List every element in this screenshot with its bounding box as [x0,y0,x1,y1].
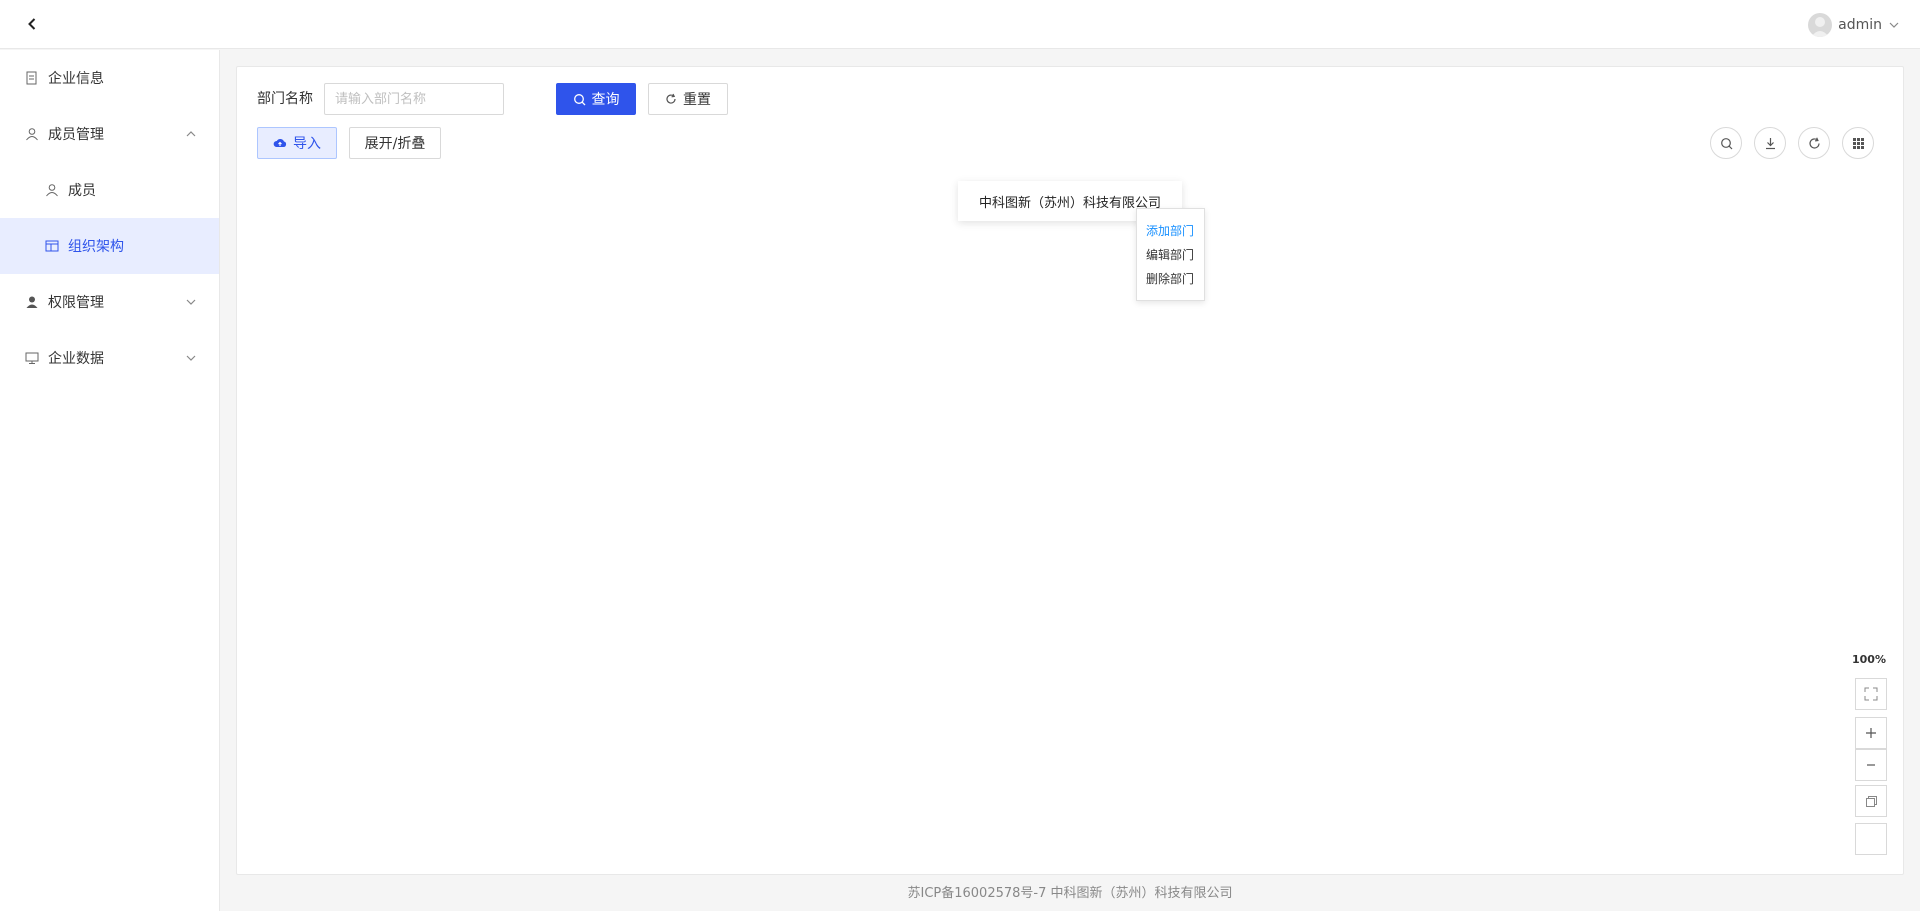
query-button[interactable]: 查询 [556,83,636,115]
user-filled-icon [24,294,40,310]
user-avatar-icon [1811,17,1830,37]
expand-collapse-button[interactable]: 展开/折叠 [349,127,441,159]
monitor-icon [24,350,40,366]
import-button-label: 导入 [293,136,321,152]
query-button-label: 查询 [591,92,620,108]
sidebar-item-member-management[interactable]: 成员管理 [0,106,219,162]
delete-dept-menu-item[interactable]: 删除部门 [1137,267,1204,291]
back-button[interactable] [20,12,44,36]
sidebar-item-label: 企业数据 [48,351,104,367]
fullscreen-button[interactable] [1855,678,1887,710]
reset-button-label: 重置 [683,92,711,108]
sidebar: 企业信息 成员管理 成员 组织架构 权限管理 企业数据 [0,50,220,911]
add-dept-menu-item[interactable]: 添加部门 [1137,219,1204,243]
download-tool-button[interactable] [1754,127,1786,159]
document-icon [24,70,40,86]
sidebar-item-permissions[interactable]: 权限管理 [0,274,219,330]
sidebar-item-label: 成员 [68,183,96,199]
cloud-upload-icon [273,138,287,147]
zoom-level: 100% [1852,653,1886,666]
download-icon [1765,137,1775,149]
plus-icon [1866,728,1876,738]
copy-icon [1865,795,1877,807]
chevron-down-icon [186,355,196,361]
refresh-icon [666,93,676,104]
chevron-down-icon [186,299,196,305]
main-panel: 部门名称 查询 重置 导入 展开/折叠 中科图新（苏州）科技有限公司 添加部门 … [236,66,1904,875]
chevron-left-icon [28,18,36,30]
zoom-in-button[interactable] [1855,717,1887,749]
search-icon [1720,137,1732,149]
sidebar-item-label: 组织架构 [68,239,124,255]
refresh-icon [1808,137,1820,149]
avatar [1808,13,1833,37]
fit-view-button[interactable] [1855,785,1887,817]
edit-dept-menu-item[interactable]: 编辑部门 [1137,243,1204,267]
columns-tool-button[interactable] [1842,127,1874,159]
sidebar-item-members[interactable]: 成员 [0,162,219,218]
search-icon [573,93,585,105]
expand-icon [1864,687,1878,701]
refresh-tool-button[interactable] [1798,127,1830,159]
expand-collapse-label: 展开/折叠 [364,136,426,152]
user-menu[interactable]: admin [1808,12,1900,38]
import-button[interactable]: 导入 [257,127,337,159]
reset-button[interactable]: 重置 [648,83,728,115]
dept-name-input[interactable] [324,83,504,115]
node-context-menu: 添加部门 编辑部门 删除部门 [1136,208,1205,301]
top-bar: admin [0,0,1920,49]
grid-icon [1852,137,1864,149]
user-icon [44,182,60,198]
dept-name-label: 部门名称 [257,91,313,107]
search-tool-button[interactable] [1710,127,1742,159]
minus-icon [1867,764,1875,766]
org-chart-icon [44,238,60,254]
chevron-down-icon [1889,22,1899,28]
sidebar-item-label: 企业信息 [48,71,104,87]
sidebar-item-company-info[interactable]: 企业信息 [0,50,219,106]
zoom-out-button[interactable] [1855,749,1887,781]
sidebar-item-label: 权限管理 [48,295,104,311]
sidebar-item-company-data[interactable]: 企业数据 [0,330,219,386]
user-icon [24,126,40,142]
minimap-button[interactable] [1855,823,1887,855]
sidebar-item-label: 成员管理 [48,127,104,143]
sidebar-item-org-structure[interactable]: 组织架构 [0,218,219,274]
username: admin [1838,17,1882,33]
footer-copyright: 苏ICP备16002578号-7 中科图新（苏州）科技有限公司 [907,886,1233,901]
chevron-up-icon [186,131,196,137]
